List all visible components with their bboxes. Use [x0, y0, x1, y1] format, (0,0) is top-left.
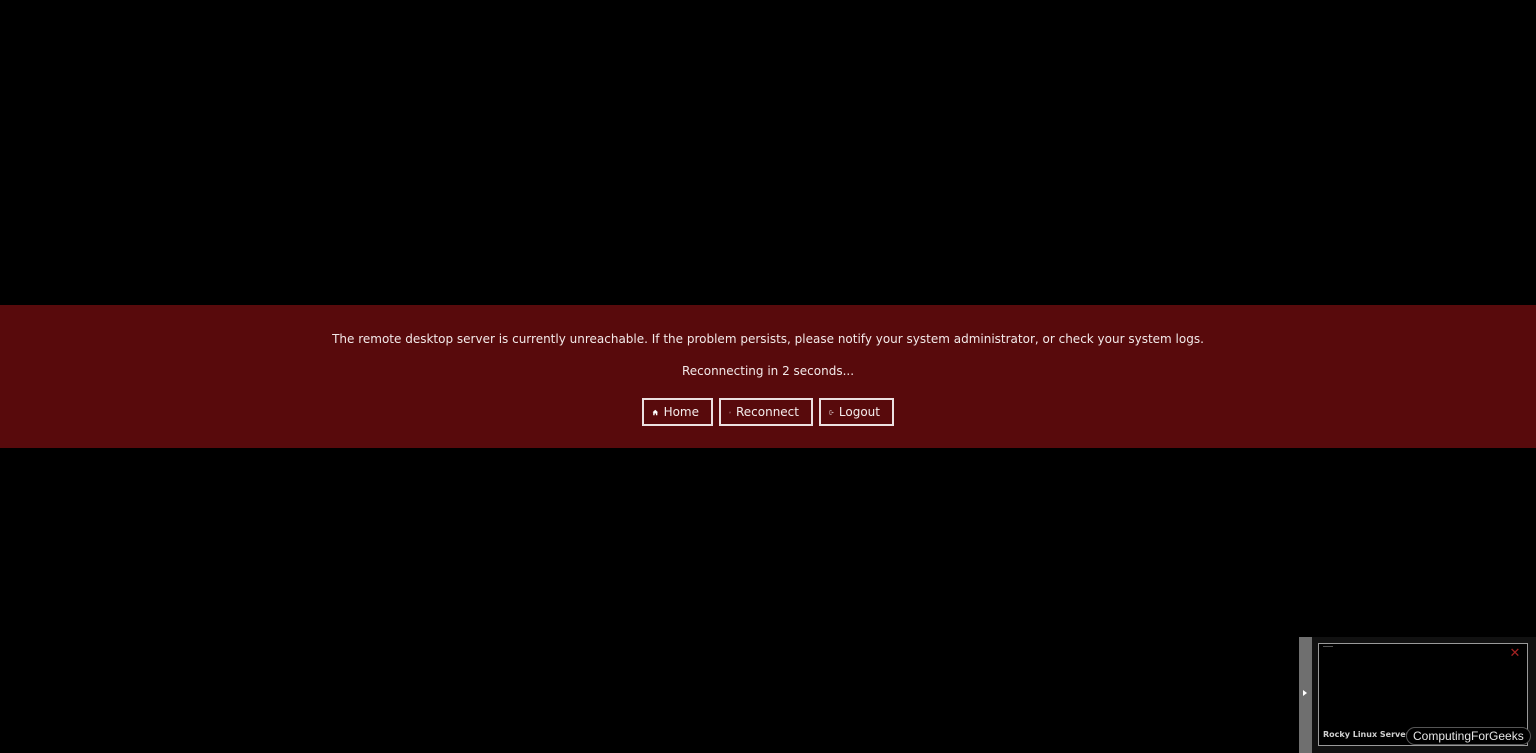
reconnect-button-label: Reconnect: [735, 405, 799, 419]
home-icon: [652, 409, 659, 415]
thumbnail-preview: [1323, 646, 1333, 650]
error-message: The remote desktop server is currently u…: [332, 332, 1204, 346]
sign-out-icon: [829, 409, 834, 415]
logout-button-label: Logout: [838, 405, 880, 419]
refresh-icon: [729, 411, 731, 413]
watermark: ComputingForGeeks: [1406, 727, 1531, 745]
connection-name: Rocky Linux Server: [1323, 730, 1410, 739]
reconnect-button[interactable]: Reconnect: [719, 398, 813, 426]
expand-arrow-icon: [1303, 690, 1307, 696]
home-button-label: Home: [663, 405, 699, 419]
connection-error-banner: The remote desktop server is currently u…: [0, 305, 1536, 448]
close-icon[interactable]: ✕: [1508, 647, 1522, 661]
reconnect-countdown: Reconnecting in 2 seconds...: [681, 364, 855, 378]
logout-button[interactable]: Logout: [819, 398, 894, 426]
home-button[interactable]: Home: [642, 398, 713, 426]
remote-desktop-viewport: The remote desktop server is currently u…: [0, 0, 1536, 753]
panel-toggle-handle[interactable]: [1299, 637, 1312, 753]
error-actions: Home Reconnect Logout: [0, 398, 1536, 426]
